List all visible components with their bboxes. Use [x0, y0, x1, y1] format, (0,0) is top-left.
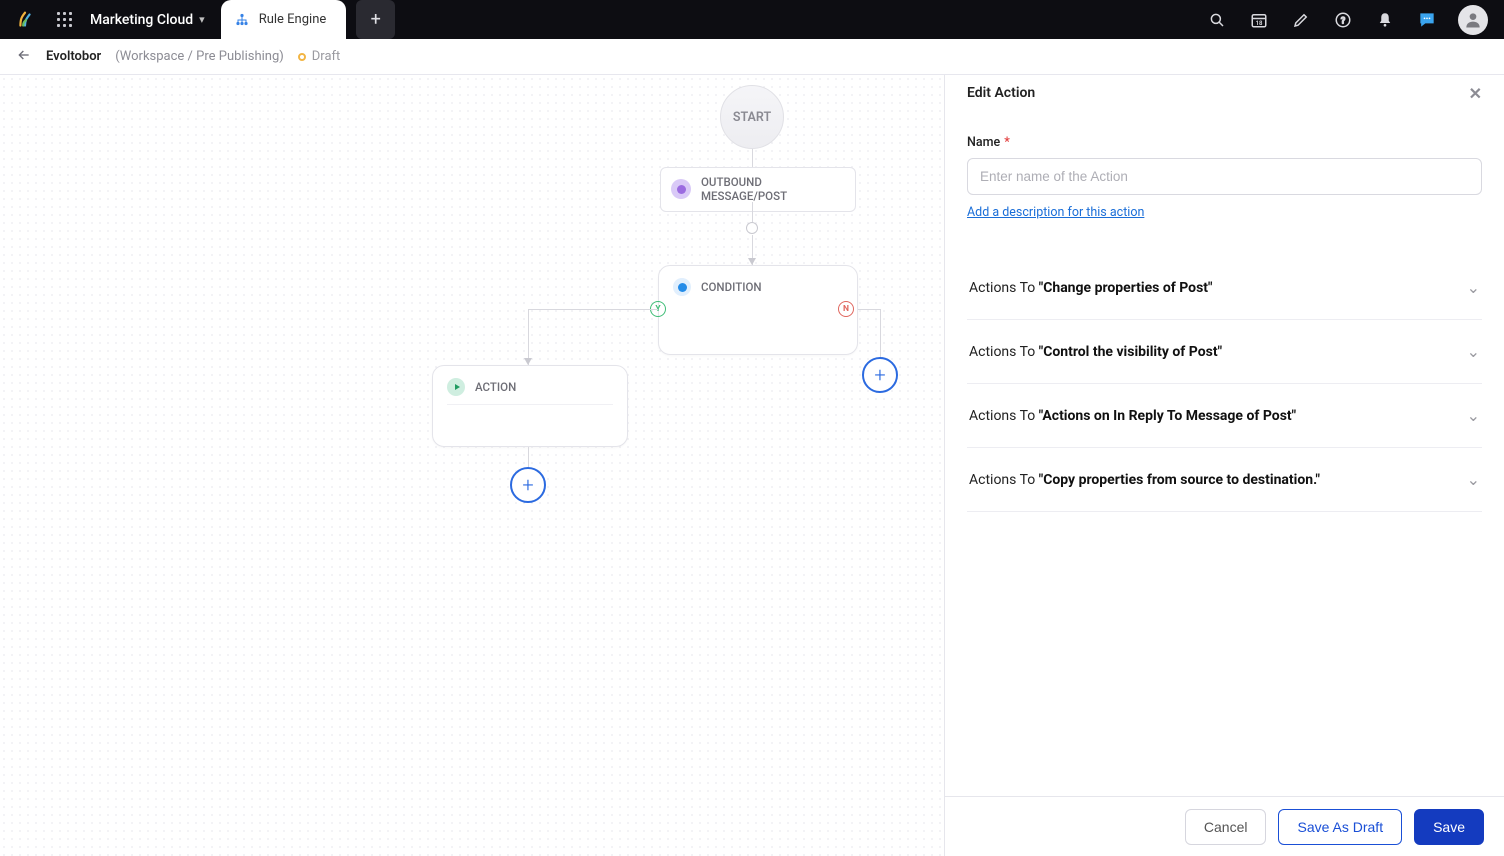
module-selector[interactable]: Marketing Cloud ▾	[78, 12, 211, 28]
subheader: Evoltobor (Workspace / Pre Publishing) D…	[0, 39, 1504, 75]
action-name-input[interactable]	[967, 158, 1482, 195]
action-label: ACTION	[475, 380, 516, 394]
connector	[528, 310, 529, 365]
hierarchy-icon	[235, 13, 249, 27]
workflow-name: Evoltobor	[46, 49, 101, 64]
route-no-badge: N	[838, 301, 854, 317]
accordion-item[interactable]: Actions To "Actions on In Reply To Messa…	[967, 384, 1482, 448]
back-button[interactable]	[16, 47, 32, 67]
save-draft-button[interactable]: Save As Draft	[1278, 809, 1402, 845]
add-description-link[interactable]: Add a description for this action	[967, 205, 1144, 220]
help-icon[interactable]: ?	[1332, 9, 1354, 31]
module-label: Marketing Cloud	[90, 12, 193, 28]
panel-footer: Cancel Save As Draft Save	[945, 796, 1504, 856]
panel-title: Edit Action	[967, 85, 1035, 101]
close-icon[interactable]: ✕	[1469, 84, 1482, 103]
chevron-down-icon: ⌄	[1467, 278, 1480, 297]
active-tab-label: Rule Engine	[259, 12, 327, 27]
condition-label: CONDITION	[701, 280, 762, 294]
event-label: OUTBOUND MESSAGE/POST	[701, 175, 845, 204]
app-logo-icon	[14, 9, 36, 31]
chevron-down-icon: ▾	[199, 13, 205, 26]
action-icon	[447, 378, 465, 396]
chevron-down-icon: ⌄	[1467, 470, 1480, 489]
chevron-down-icon: ⌄	[1467, 406, 1480, 425]
connector	[528, 447, 529, 467]
apps-menu-icon[interactable]	[50, 0, 78, 39]
arrowhead-icon	[748, 258, 756, 265]
svg-text:?: ?	[1341, 16, 1345, 26]
search-icon[interactable]	[1206, 9, 1228, 31]
accordion-list: Actions To "Change properties of Post" ⌄…	[967, 256, 1482, 512]
topbar-right: 18 ?	[1206, 5, 1504, 35]
connector	[858, 309, 880, 310]
name-field-label: Name *	[967, 135, 1482, 150]
status-draft-icon	[298, 53, 306, 61]
add-step-yes-button[interactable]: +	[510, 467, 546, 503]
connector-node	[746, 222, 758, 234]
add-step-no-button[interactable]: +	[862, 357, 898, 393]
add-tab-button[interactable]: +	[356, 0, 395, 39]
cancel-button[interactable]: Cancel	[1185, 809, 1267, 845]
arrowhead-icon	[524, 358, 532, 365]
tab-rule-engine[interactable]: Rule Engine	[221, 0, 347, 39]
start-label: START	[733, 110, 771, 125]
user-avatar[interactable]	[1458, 5, 1488, 35]
accordion-item[interactable]: Actions To "Control the visibility of Po…	[967, 320, 1482, 384]
calendar-icon[interactable]: 18	[1248, 9, 1270, 31]
required-icon: *	[1004, 135, 1010, 150]
accordion-item[interactable]: Actions To "Change properties of Post" ⌄	[967, 256, 1482, 320]
connector	[752, 149, 753, 167]
connector	[528, 309, 658, 310]
connector	[752, 202, 753, 222]
start-node[interactable]: START	[720, 85, 784, 149]
status-label: Draft	[312, 49, 341, 64]
app-logo	[0, 0, 50, 39]
topbar: Marketing Cloud ▾ Rule Engine + 18	[0, 0, 1504, 39]
bell-icon[interactable]	[1374, 9, 1396, 31]
chevron-down-icon: ⌄	[1467, 342, 1480, 361]
condition-icon	[673, 278, 691, 296]
action-node[interactable]: ACTION	[432, 365, 628, 447]
side-panel: Edit Action ✕ Name * Add a description f…	[944, 75, 1504, 856]
connector	[880, 309, 881, 357]
outbound-message-icon	[671, 179, 691, 199]
breadcrumb: (Workspace / Pre Publishing)	[115, 49, 284, 64]
save-button[interactable]: Save	[1414, 809, 1484, 845]
edit-icon[interactable]	[1290, 9, 1312, 31]
svg-text:18: 18	[1256, 19, 1263, 26]
chat-icon[interactable]	[1416, 9, 1438, 31]
event-node[interactable]: OUTBOUND MESSAGE/POST	[660, 167, 856, 212]
panel-header: Edit Action ✕	[945, 75, 1504, 111]
status-badge: Draft	[298, 49, 341, 64]
canvas[interactable]: START OUTBOUND MESSAGE/POST CONDITION Y	[0, 75, 944, 856]
accordion-item[interactable]: Actions To "Copy properties from source …	[967, 448, 1482, 512]
condition-node[interactable]: CONDITION	[658, 265, 858, 355]
tab-strip: Rule Engine +	[221, 0, 396, 39]
